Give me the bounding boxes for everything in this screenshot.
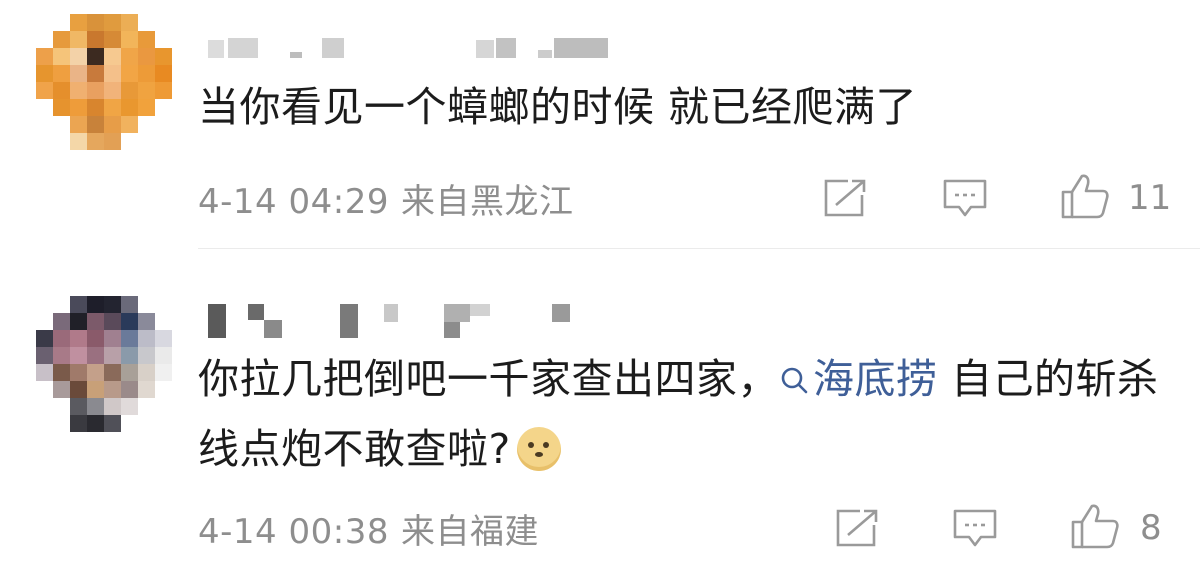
search-icon [781, 367, 808, 394]
comment-meta: 4-14 00:38 来自福建 [198, 504, 539, 553]
comment-text: 当你看见一个蟑螂的时候 就已经爬满了 [198, 83, 918, 131]
comment-icon [953, 509, 997, 547]
comment-text-part: 你拉几把倒吧一千家查出四家， [198, 355, 779, 403]
share-icon [824, 179, 866, 217]
reply-button[interactable] [942, 178, 988, 220]
comment-location: 来自黑龙江 [400, 182, 574, 222]
share-icon [836, 509, 878, 547]
share-button[interactable] [834, 508, 880, 548]
username-redacted[interactable] [208, 38, 608, 60]
comment-date: 4-14 04:29 [198, 182, 389, 222]
comment-meta: 4-14 04:29 来自黑龙江 [198, 174, 573, 223]
divider [198, 248, 1200, 249]
like-count: 11 [1128, 178, 1172, 218]
like-count: 8 [1140, 508, 1162, 548]
avatar[interactable] [36, 296, 172, 432]
comment-text: 你拉几把倒吧一千家查出四家， 海底捞 自己的斩杀线点炮不敢查啦? [198, 344, 1178, 484]
share-button[interactable] [822, 178, 868, 218]
username-redacted[interactable] [208, 304, 588, 340]
comment-icon [943, 179, 987, 217]
reply-button[interactable] [952, 508, 998, 550]
thumbs-up-icon [1061, 174, 1109, 219]
like-button[interactable] [1060, 172, 1110, 220]
comment-date: 4-14 00:38 [198, 512, 389, 552]
topic-link[interactable]: 海底捞 [779, 355, 938, 403]
topic-label[interactable]: 海底捞 [813, 355, 938, 403]
comment-location: 来自福建 [400, 512, 539, 552]
thumbs-up-icon [1071, 504, 1119, 549]
like-button[interactable] [1070, 502, 1120, 550]
avatar[interactable] [36, 14, 172, 150]
doge-emoji [516, 427, 561, 471]
